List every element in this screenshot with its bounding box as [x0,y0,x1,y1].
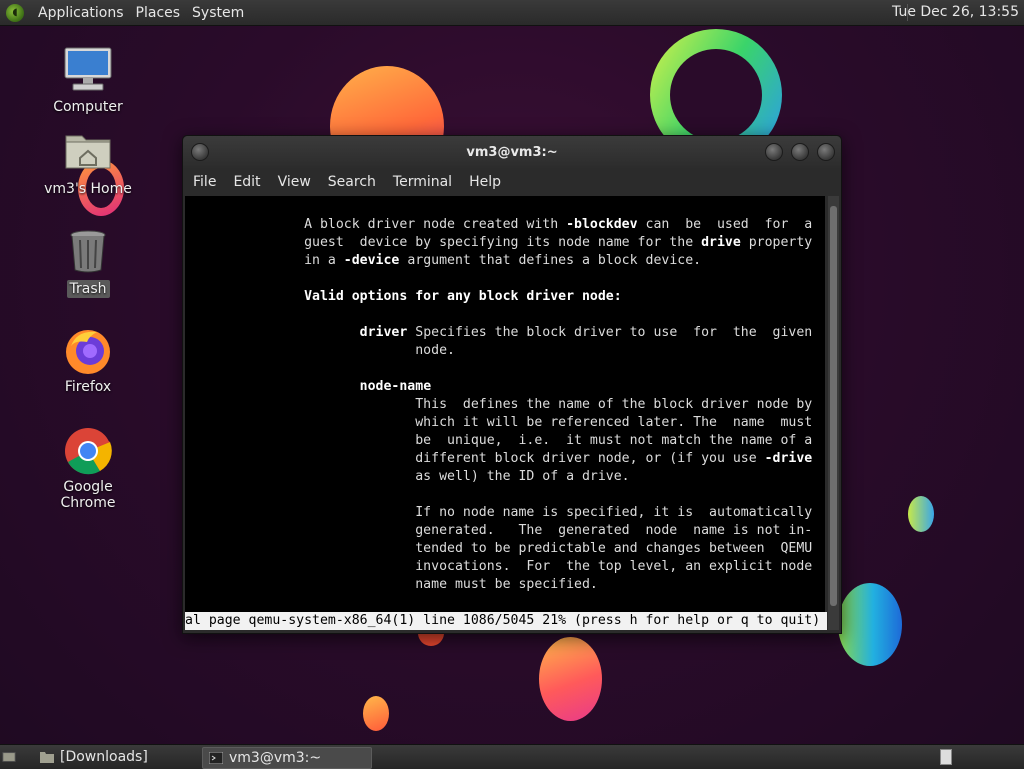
workspace-switcher[interactable] [940,747,952,767]
terminal-bold-text: drive [701,235,741,250]
terminal-text: This defines the name of the block drive… [185,397,813,412]
folder-icon [40,752,54,763]
show-desktop-icon [2,752,16,762]
terminal-text: tended to be predictable and changes bet… [185,541,813,556]
show-desktop-button[interactable] [2,747,16,767]
terminal-icon [209,752,223,764]
window-titlebar[interactable]: vm3@vm3:~ [183,136,841,168]
terminal-line: which it will be referenced later. The n… [185,414,812,432]
menu-file[interactable]: File [187,174,224,190]
distro-logo-icon[interactable]: ◖ [6,3,24,22]
desktop-icon-chrome[interactable]: Google Chrome [33,426,143,512]
terminal-text: in a [185,253,344,268]
terminal-line: A block driver node created with -blockd… [185,216,812,234]
terminal-line: Valid options for any block driver node: [185,288,622,306]
terminal-text: can be used for a [637,217,813,232]
clock[interactable]: Tue Dec 26, 13:55 [892,4,1019,20]
terminal-text: which it will be referenced later. The n… [185,415,813,430]
scrollbar-thumb[interactable] [830,206,837,606]
menu-help[interactable]: Help [463,174,509,190]
desktop-icon-label: Google Chrome [60,479,116,511]
window-title: vm3@vm3:~ [466,145,558,160]
maximize-button[interactable] [791,143,809,161]
terminal-text: invocations. For the top level, an expli… [185,559,813,574]
terminal-line: invocations. For the top level, an expli… [185,558,812,576]
terminal-line: node-name [185,378,431,396]
taskbar-item-label: [Downloads] [60,749,148,765]
terminal-line: in a -device argument that defines a blo… [185,252,701,270]
terminal-text: A block driver node created with [185,217,567,232]
terminal-line: be unique, i.e. it must not match the na… [185,432,812,450]
terminal-line: node. [185,342,455,360]
terminal-text: generated. The generated node name is no… [185,523,813,538]
menu-applications[interactable]: Applications [32,5,130,21]
menu-terminal[interactable]: Terminal [387,174,460,190]
terminal-text: as well) the ID of a drive. [185,469,630,484]
terminal-line: generated. The generated node name is no… [185,522,812,540]
computer-icon [63,46,113,94]
menu-view[interactable]: View [272,174,319,190]
terminal-text: name must be specified. [185,577,598,592]
close-button[interactable] [817,143,835,161]
taskbar-item-terminal[interactable]: vm3@vm3:~ [202,747,372,769]
terminal-bold-text: -device [343,253,400,268]
taskbar-item-label: vm3@vm3:~ [229,750,322,766]
terminal-line: If no node name is specified, it is auto… [185,504,812,522]
firefox-icon [63,326,113,374]
terminal-line: tended to be predictable and changes bet… [185,540,812,558]
minimize-button[interactable] [765,143,783,161]
terminal-line: This defines the name of the block drive… [185,396,812,414]
terminal-window[interactable]: vm3@vm3:~ File Edit View Search Terminal… [182,135,842,634]
desktop-icon-home[interactable]: vm3's Home [33,128,143,198]
terminal-bold-text: -drive [764,451,813,466]
terminal-scrollbar[interactable] [828,196,839,630]
terminal-line: driver Specifies the block driver to use… [185,324,813,342]
terminal-text: argument that defines a block device. [399,253,702,268]
wallpaper-pink-blob [539,637,602,721]
home-folder-icon [63,128,113,176]
desktop-icon-computer[interactable]: Computer [33,46,143,116]
desktop-icon-label: Trash [66,280,110,298]
terminal-bold-text: driver [359,325,408,340]
chrome-icon [63,426,113,475]
trash-icon [63,228,113,276]
top-panel: ◖ Applications Places System Tue Dec 26,… [0,0,1024,26]
terminal-text: property [740,235,813,250]
terminal-menubar: File Edit View Search Terminal Help [183,168,841,196]
terminal-text: guest device by specifying its node name… [185,235,702,250]
terminal-text: If no node name is specified, it is auto… [185,505,813,520]
terminal-text: node. [185,343,455,358]
terminal-bold-text: -blockdev [566,217,638,232]
desktop-icon-label: vm3's Home [44,181,132,197]
bottom-panel: [Downloads] vm3@vm3:~ [0,744,1024,769]
desktop-icon-label: Firefox [64,379,112,395]
terminal-bold-text: Valid options for any block driver node: [304,289,622,304]
terminal-text: different block driver node, or (if you … [185,451,765,466]
terminal-text: be unique, i.e. it must not match the na… [185,433,813,448]
wallpaper-green-dot [908,496,934,532]
wallpaper-small-orange [363,696,389,731]
terminal-line: different block driver node, or (if you … [185,450,812,468]
menu-edit[interactable]: Edit [227,174,268,190]
terminal-line: as well) the ID of a drive. [185,468,630,486]
pager-status-line: al page qemu-system-x86_64(1) line 1086/… [185,612,827,630]
terminal-line: name must be specified. [185,576,598,594]
terminal-bold-text: node-name [359,379,432,394]
menu-places[interactable]: Places [130,5,187,21]
desktop-icon-trash[interactable]: Trash [33,228,143,298]
desktop-icon-label: Computer [53,99,123,115]
menu-system[interactable]: System [186,5,250,21]
desktop-icon-firefox[interactable]: Firefox [33,326,143,396]
wallpaper-blue-blob [838,583,902,666]
terminal-output[interactable]: A block driver node created with -blockd… [185,196,825,612]
terminal-line: guest device by specifying its node name… [185,234,812,252]
menu-search[interactable]: Search [322,174,384,190]
terminal-text: Specifies the block driver to use for th… [407,325,813,340]
taskbar-item-downloads[interactable]: [Downloads] [34,747,204,767]
